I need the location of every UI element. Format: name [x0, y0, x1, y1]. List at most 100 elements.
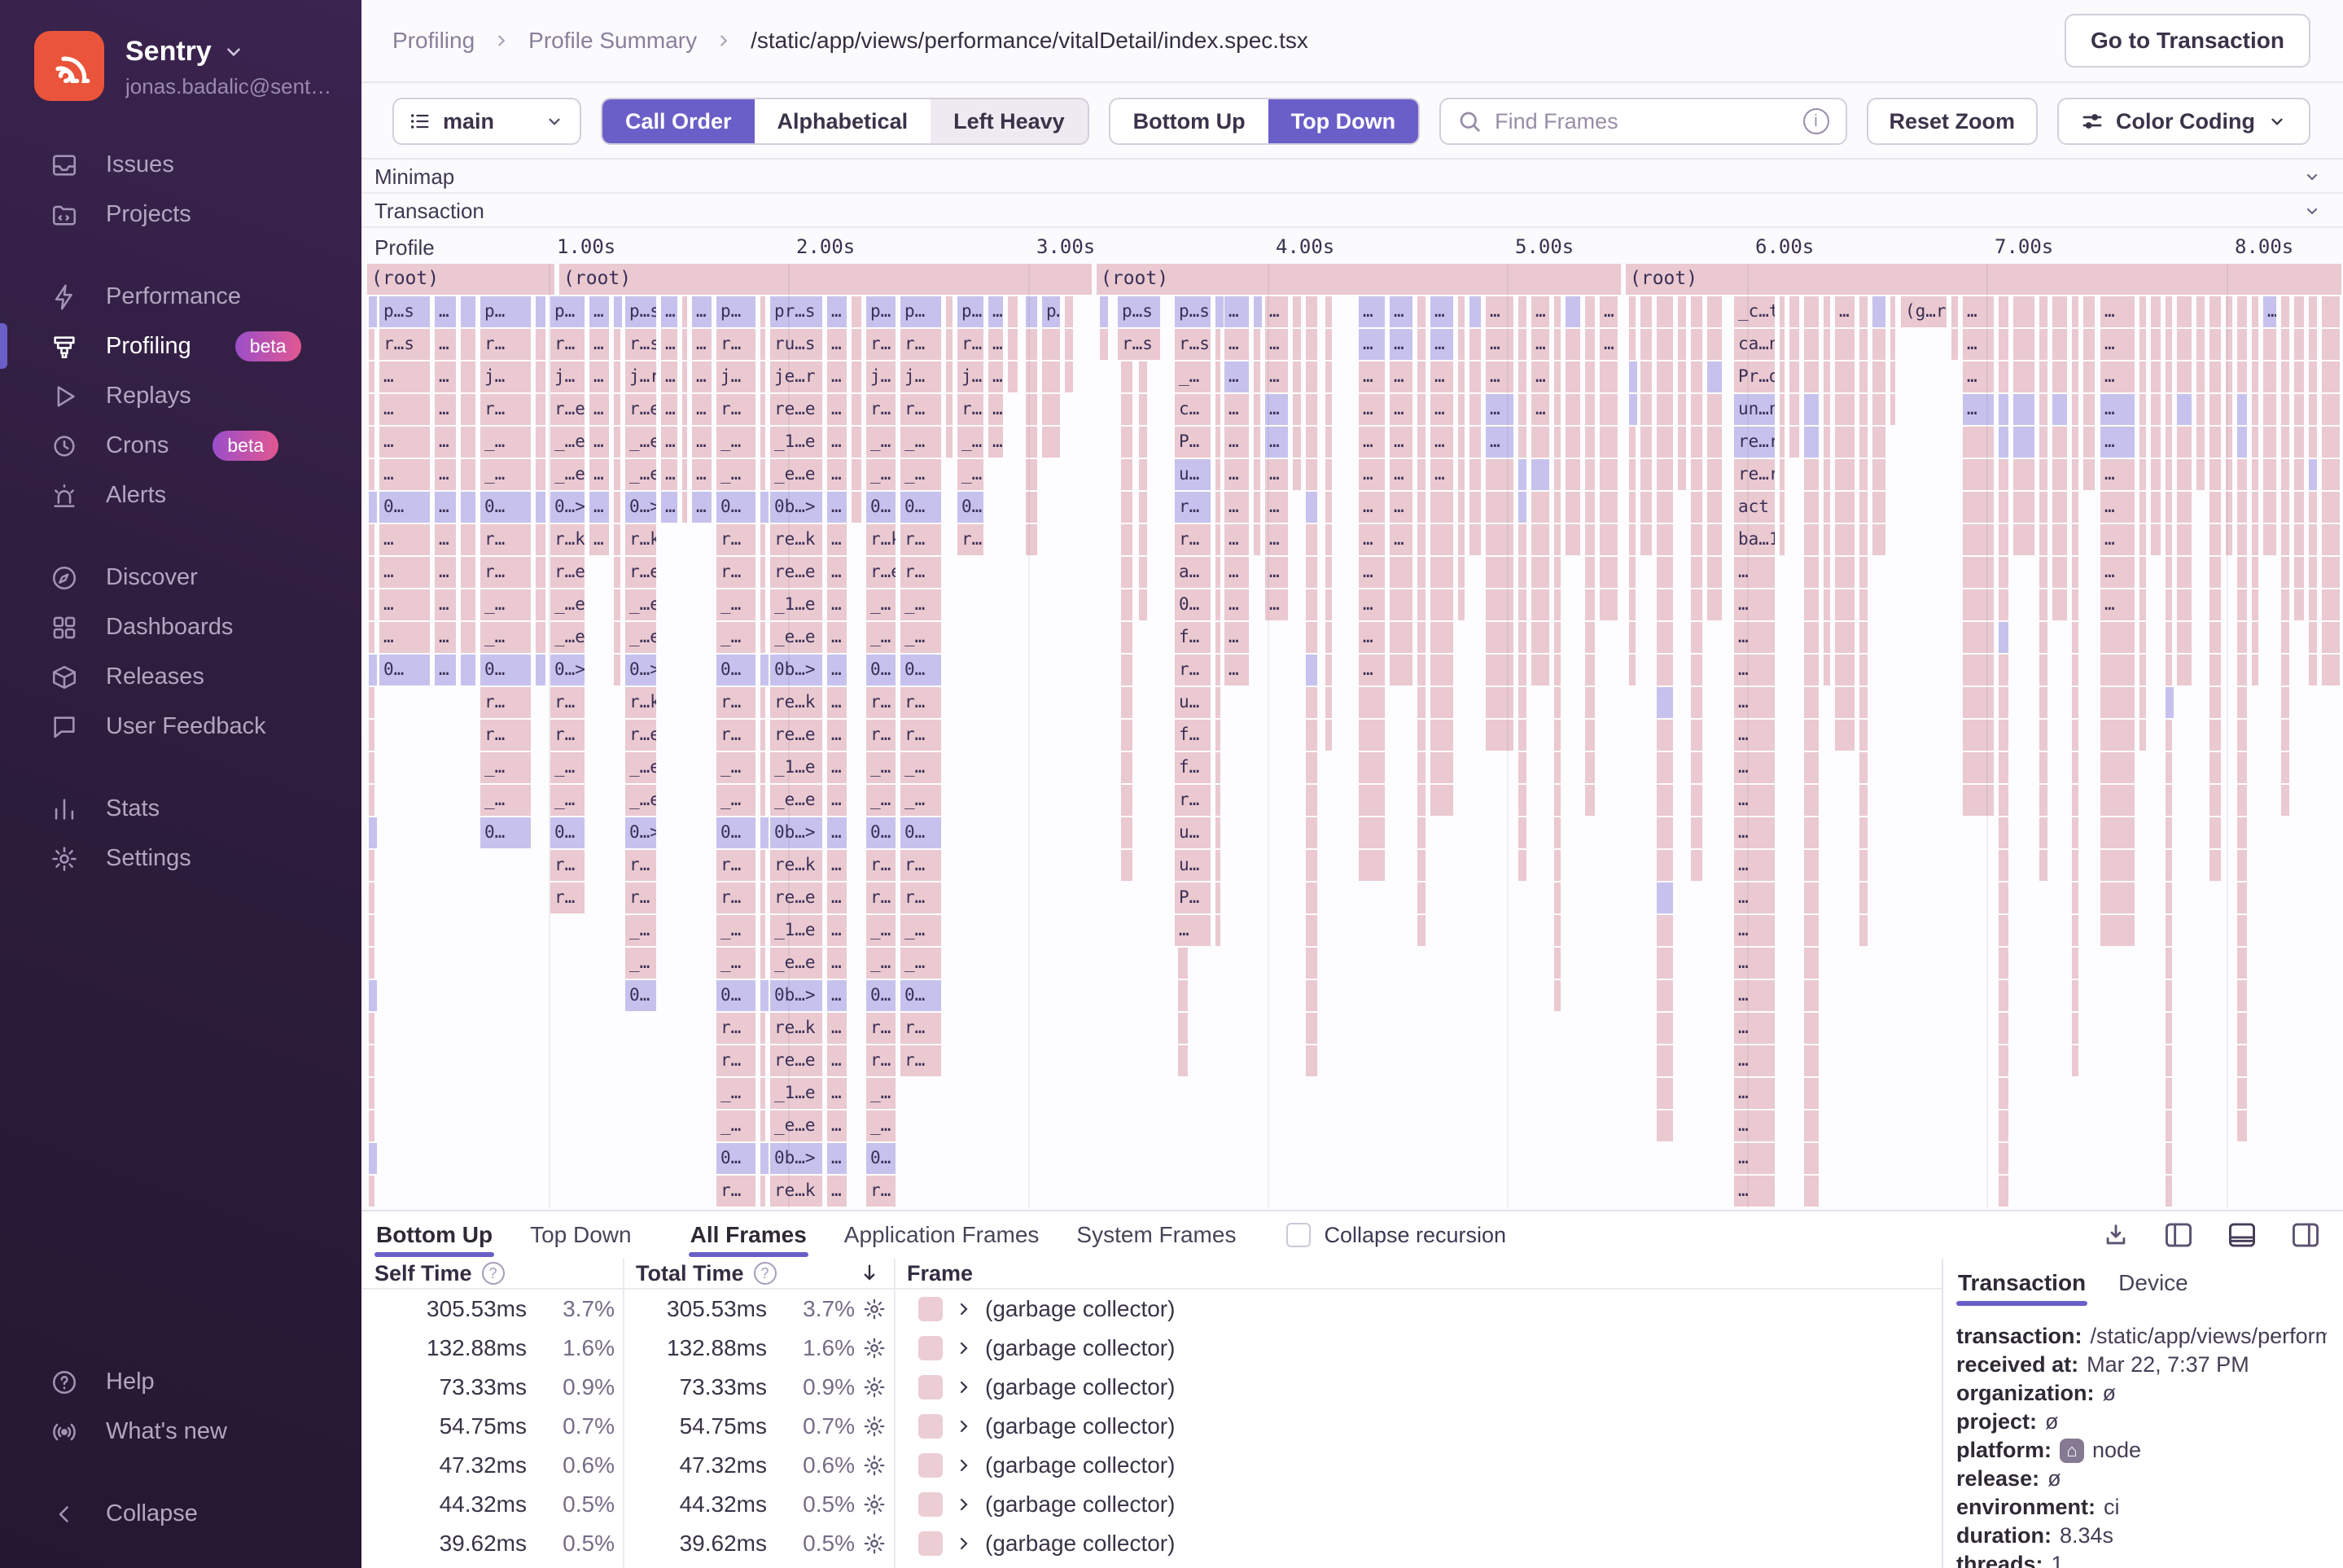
flamegraph-frame-stack[interactable]: [614, 329, 620, 687]
flamegraph-frame[interactable]: _1…e: [770, 752, 822, 783]
table-row[interactable]: 44.32ms0.5%44.32ms0.5%(garbage collector…: [361, 1485, 1942, 1524]
flamegraph-frame-stack[interactable]: [1121, 361, 1132, 883]
flamegraph-frame[interactable]: [1804, 394, 1819, 425]
flamegraph-frame-stack[interactable]: [1518, 296, 1526, 883]
flamegraph-frame-stack[interactable]: [1458, 296, 1465, 622]
flamegraph-frame[interactable]: u…: [1175, 459, 1211, 490]
flamegraph-frame[interactable]: [1254, 296, 1262, 327]
flamegraph-frame-stack[interactable]: [1026, 329, 1037, 557]
flamegraph-frame[interactable]: [760, 655, 769, 685]
flamegraph-frame[interactable]: r…s: [1175, 329, 1211, 360]
flamegraph-frame-stack[interactable]: [1824, 296, 1830, 687]
flamegraph-frame[interactable]: [536, 492, 545, 523]
flamegraph-frame[interactable]: _…: [480, 785, 531, 816]
flamegraph-frame[interactable]: p…: [1042, 296, 1060, 327]
flamegraph-frame[interactable]: re…e: [770, 720, 822, 751]
flamegraph-frame-stack[interactable]: [1585, 296, 1595, 817]
flamegraph-frame[interactable]: …: [1224, 459, 1249, 490]
flamegraph-frame[interactable]: _…: [866, 1110, 896, 1141]
flamegraph-frame[interactable]: r…: [957, 394, 983, 425]
sidebar-item-issues[interactable]: Issues: [0, 140, 361, 190]
flamegraph-frame[interactable]: _…e: [625, 459, 656, 490]
flamegraph-frame[interactable]: …: [661, 296, 677, 327]
flamegraph-frame[interactable]: r…e: [625, 720, 656, 751]
flamegraph-frame[interactable]: c…: [1175, 394, 1211, 425]
flamegraph-frame[interactable]: …: [827, 948, 847, 979]
sidebar-collapse-button[interactable]: Collapse: [0, 1489, 361, 1539]
flamegraph-frame[interactable]: …: [2100, 361, 2135, 392]
breadcrumb-item[interactable]: /static/app/views/performance/vitalDetai…: [751, 28, 1308, 54]
flamegraph-frame[interactable]: _…: [550, 752, 585, 783]
flamegraph-frame[interactable]: …: [2100, 492, 2135, 523]
flamegraph-frame[interactable]: r…: [716, 687, 755, 718]
flamegraph-frame[interactable]: …: [1359, 622, 1385, 653]
flamegraph-frame[interactable]: …: [379, 361, 430, 392]
flamegraph-frame[interactable]: r…: [866, 1045, 896, 1076]
flamegraph-frame[interactable]: r…: [1175, 524, 1211, 555]
flamegraph-frame[interactable]: r…: [900, 1045, 941, 1076]
flamegraph-frame[interactable]: _1…e: [770, 915, 822, 946]
flamegraph-frame[interactable]: [1999, 394, 2008, 425]
flamegraph-frame[interactable]: …: [1734, 720, 1775, 751]
flamegraph-frame[interactable]: p…: [480, 296, 531, 327]
flamegraph-frame[interactable]: …: [589, 361, 609, 392]
tab-application-frames[interactable]: Application Frames: [843, 1217, 1041, 1257]
flamegraph-frame[interactable]: r…: [900, 394, 941, 425]
table-row[interactable]: 132.88ms1.6%132.88ms1.6%(garbage collect…: [361, 1329, 1942, 1368]
flamegraph-frame[interactable]: …: [435, 296, 456, 327]
flamegraph-frame[interactable]: _…: [625, 915, 656, 946]
flamegraph-frame[interactable]: r…k: [625, 524, 656, 555]
flamegraph-frame-stack[interactable]: [2252, 296, 2258, 687]
flamegraph-frame[interactable]: r…s: [625, 329, 656, 360]
flamegraph-frame[interactable]: p…: [900, 296, 941, 327]
flamegraph-frame[interactable]: j…: [716, 361, 755, 392]
flamegraph-frame[interactable]: [1100, 296, 1108, 327]
flamegraph-frame[interactable]: …: [1430, 459, 1453, 490]
download-icon[interactable]: [2102, 1221, 2130, 1249]
flamegraph-frame-stack[interactable]: [2322, 296, 2340, 687]
flamegraph-frame[interactable]: …: [379, 557, 430, 588]
flamegraph-frame-stack[interactable]: [461, 524, 475, 655]
flamegraph-frame[interactable]: 0…: [480, 655, 531, 685]
tab-system-frames[interactable]: System Frames: [1075, 1217, 1237, 1257]
flamegraph-frame[interactable]: _…: [480, 427, 531, 458]
flamegraph-frame[interactable]: _e…e: [770, 948, 822, 979]
sidebar-item-help[interactable]: Help: [0, 1357, 361, 1407]
flamegraph-frame-stack[interactable]: [1859, 296, 1868, 948]
flamegraph-frame[interactable]: …: [1265, 296, 1288, 327]
flamegraph-frame[interactable]: _…: [480, 752, 531, 783]
flamegraph-frame[interactable]: _…: [866, 915, 896, 946]
flamegraph-frame-stack[interactable]: [2039, 296, 2047, 883]
flamegraph-frame[interactable]: …: [1224, 655, 1249, 685]
flamegraph-frame[interactable]: r…: [866, 720, 896, 751]
flamegraph-frame[interactable]: [369, 655, 377, 685]
flamegraph-frame[interactable]: …: [1963, 296, 1994, 327]
flamegraph-frame[interactable]: [2013, 394, 2034, 425]
flamegraph-frame[interactable]: [369, 492, 377, 523]
flamegraph-frame[interactable]: pr…s: [770, 296, 822, 327]
flamegraph-frame[interactable]: [1629, 361, 1637, 392]
flamegraph-frame[interactable]: p…: [550, 296, 585, 327]
flamegraph-frame[interactable]: …: [988, 361, 1003, 392]
gear-icon[interactable]: [855, 1336, 894, 1360]
flamegraph-frame-stack[interactable]: [1469, 329, 1481, 557]
flamegraph-frame[interactable]: …: [1359, 459, 1385, 490]
flamegraph-frame[interactable]: …: [988, 394, 1003, 425]
flamegraph-frame[interactable]: 0…: [379, 655, 430, 685]
flamegraph-frame[interactable]: p…s: [1175, 296, 1211, 327]
flamegraph-frame[interactable]: f…: [1175, 720, 1211, 751]
flamegraph-frame[interactable]: …: [589, 329, 609, 360]
sort-desc-icon[interactable]: [858, 1262, 881, 1285]
flamegraph-frame[interactable]: _…: [900, 915, 941, 946]
flamegraph-frame[interactable]: …: [827, 1176, 847, 1207]
checkbox[interactable]: [1286, 1223, 1311, 1247]
table-row[interactable]: 54.75ms0.7%54.75ms0.7%(garbage collector…: [361, 1407, 1942, 1446]
layout-bottom-icon[interactable]: [2227, 1222, 2257, 1248]
flamegraph-frame[interactable]: _…: [1175, 361, 1211, 392]
flamegraph-frame[interactable]: …: [1734, 1143, 1775, 1174]
flamegraph-frame[interactable]: _…e: [550, 589, 585, 620]
flamegraph-frame-stack[interactable]: [682, 296, 687, 524]
flamegraph-frame[interactable]: …: [1734, 817, 1775, 848]
flamegraph-frame[interactable]: r…s: [1118, 329, 1160, 360]
flamegraph-frame[interactable]: …: [379, 459, 430, 490]
